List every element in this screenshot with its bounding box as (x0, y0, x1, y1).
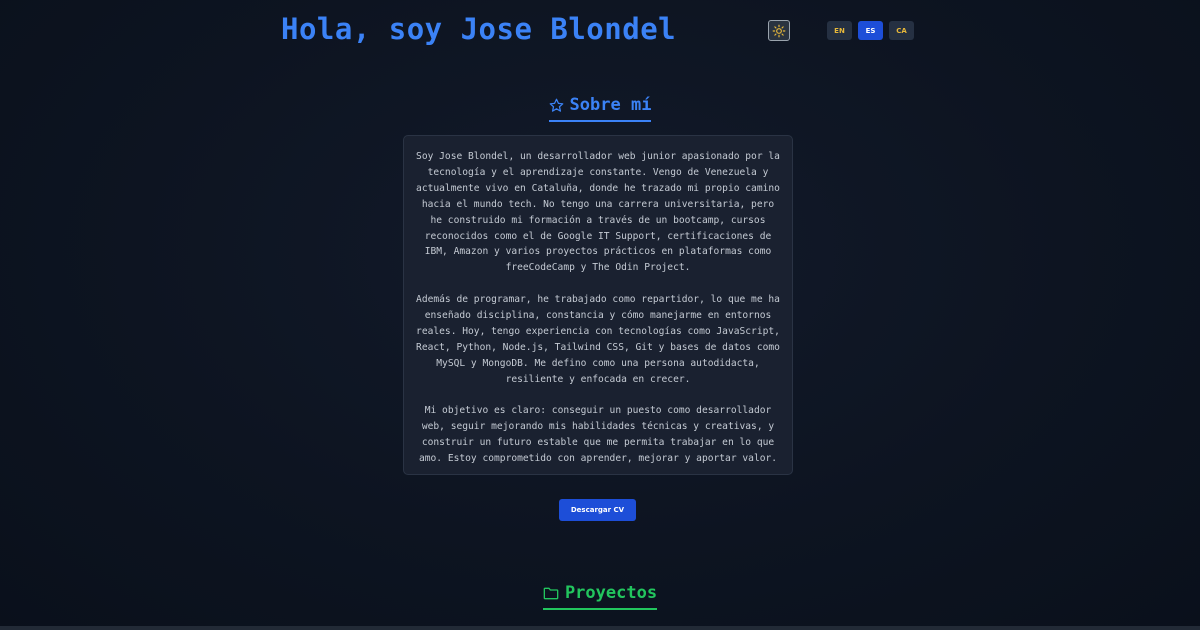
about-heading-text: Sobre mí (569, 95, 652, 115)
language-es-button[interactable]: ES (858, 21, 883, 40)
language-switcher: EN ES CA (827, 21, 914, 40)
language-en-button[interactable]: EN (827, 21, 852, 40)
star-outline-icon (549, 98, 563, 112)
folder-icon (543, 587, 559, 600)
about-card: Soy Jose Blondel, un desarrollador web j… (403, 135, 793, 475)
page-title: Hola, soy Jose Blondel (281, 12, 677, 46)
about-heading: Sobre mí (548, 95, 652, 122)
language-ca-button[interactable]: CA (889, 21, 914, 40)
sun-icon (772, 24, 786, 37)
section-divider (0, 626, 1200, 630)
projects-heading: Proyectos (542, 583, 658, 610)
about-paragraph: Soy Jose Blondel, un desarrollador web j… (416, 151, 780, 274)
download-cv-button[interactable]: Descargar CV (559, 499, 636, 521)
about-paragraph: Mi objetivo es claro: conseguir un puest… (418, 405, 778, 465)
theme-toggle-button[interactable] (768, 20, 790, 41)
projects-heading-text: Proyectos (564, 583, 658, 603)
projects-section-header: Proyectos (0, 583, 1200, 610)
about-paragraph: Además de programar, he trabajado como r… (416, 294, 780, 385)
about-section-header: Sobre mí (0, 95, 1200, 122)
